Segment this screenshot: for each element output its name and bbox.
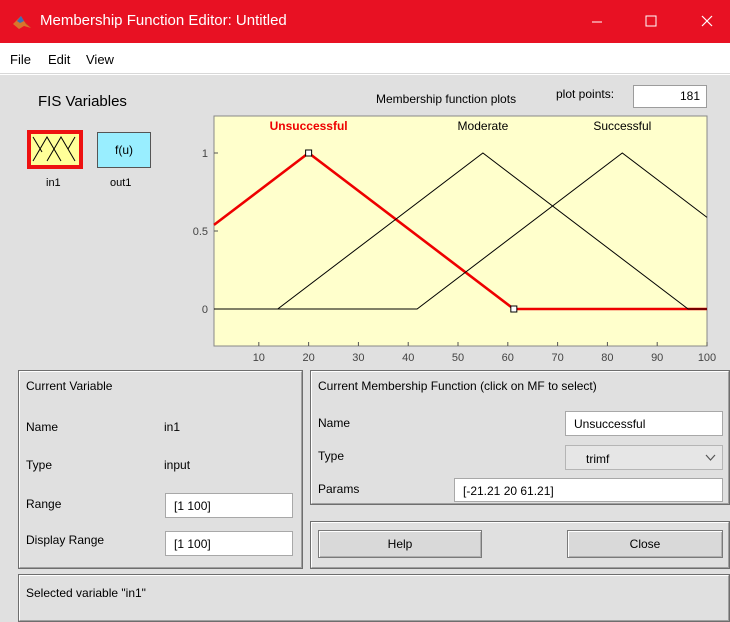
- x-tick-label: 80: [601, 352, 613, 364]
- x-axis-label: input variable "in1": [416, 365, 515, 367]
- maximize-icon: [645, 15, 657, 27]
- help-button[interactable]: Help: [318, 530, 482, 558]
- mf-type-value: trimf: [586, 452, 610, 466]
- current-variable-header: Current Variable: [26, 379, 113, 393]
- close-icon: [701, 15, 713, 27]
- minimize-button[interactable]: [574, 0, 620, 43]
- range-label: Range: [26, 497, 62, 511]
- plot-points-input[interactable]: 181: [633, 85, 707, 108]
- variable-name-value: in1: [164, 420, 181, 434]
- display-range-label: Display Range: [26, 533, 105, 547]
- current-mf-header: Current Membership Function (click on MF…: [318, 379, 597, 393]
- x-tick-label: 60: [502, 352, 514, 364]
- input-variable-name: in1: [46, 177, 61, 189]
- menu-bar: File Edit View: [0, 43, 730, 74]
- variable-type-label: Type: [26, 458, 53, 472]
- plot-title: Membership function plots: [376, 92, 517, 106]
- menu-edit[interactable]: Edit: [48, 52, 70, 67]
- menu-view[interactable]: View: [86, 52, 114, 67]
- mf-name-label: Name: [318, 416, 351, 430]
- input-variable-block[interactable]: [27, 130, 83, 169]
- close-window-button[interactable]: [684, 0, 730, 43]
- membership-function-plot[interactable]: 10 20 30 40 50 60 70 80 90 100 0 0.5 1 Unsuccessful Mo…: [180, 111, 720, 367]
- mf-type-select[interactable]: trimf: [565, 445, 723, 470]
- status-text: Selected variable "in1": [26, 586, 146, 600]
- y-tick-label: 0: [202, 304, 208, 316]
- y-tick-label: 1: [202, 148, 208, 160]
- x-tick-label: 90: [651, 352, 663, 364]
- x-tick-label: 70: [551, 352, 563, 364]
- x-tick-label: 30: [352, 352, 364, 364]
- mf-label-successful[interactable]: Successful: [593, 119, 651, 133]
- maximize-button[interactable]: [628, 0, 674, 43]
- membership-function-icon: [32, 136, 76, 162]
- mf-handle-end[interactable]: [510, 305, 518, 313]
- close-button[interactable]: Close: [567, 530, 723, 558]
- plot-area[interactable]: [213, 115, 708, 347]
- variable-type-value: input: [164, 458, 191, 472]
- minimize-icon: [592, 21, 602, 23]
- editor-workarea: FIS Variables in1 f(u) out1 Membership f…: [0, 75, 730, 622]
- matlab-logo-icon: [13, 16, 31, 29]
- variable-name-label: Name: [26, 420, 59, 434]
- output-variable-name: out1: [110, 177, 132, 189]
- output-variable-block[interactable]: f(u): [97, 132, 151, 168]
- mf-name-input[interactable]: Unsuccessful: [565, 411, 723, 436]
- button-panel: Help Close: [310, 521, 730, 569]
- mf-label-unsuccessful[interactable]: Unsuccessful: [270, 119, 348, 133]
- mf-label-moderate[interactable]: Moderate: [458, 119, 509, 133]
- y-tick-label: 0.5: [193, 226, 208, 238]
- range-input[interactable]: [1 100]: [165, 493, 293, 518]
- x-tick-label: 10: [253, 352, 265, 364]
- mf-params-label: Params: [318, 482, 360, 496]
- current-mf-panel: Current Membership Function (click on MF…: [310, 370, 730, 505]
- x-tick-label: 40: [402, 352, 414, 364]
- status-panel: Selected variable "in1": [18, 574, 730, 622]
- mf-type-label: Type: [318, 449, 345, 463]
- output-function-symbol: f(u): [115, 143, 133, 157]
- x-tick-label: 20: [302, 352, 314, 364]
- x-tick-label: 50: [452, 352, 464, 364]
- window-title: Membership Function Editor: Untitled: [40, 12, 287, 29]
- display-range-input[interactable]: [1 100]: [165, 531, 293, 556]
- mf-handle-peak[interactable]: [305, 149, 313, 157]
- chevron-down-icon: [705, 454, 716, 461]
- title-bar: Membership Function Editor: Untitled: [0, 0, 730, 43]
- current-variable-panel: Current Variable Name in1 Type input Ran…: [18, 370, 303, 569]
- plot-points-label: plot points:: [556, 87, 615, 101]
- x-tick-label: 100: [698, 352, 716, 364]
- fis-variables-label: FIS Variables: [38, 93, 127, 110]
- mf-params-input[interactable]: [-21.21 20 61.21]: [454, 478, 723, 502]
- menu-file[interactable]: File: [10, 52, 31, 67]
